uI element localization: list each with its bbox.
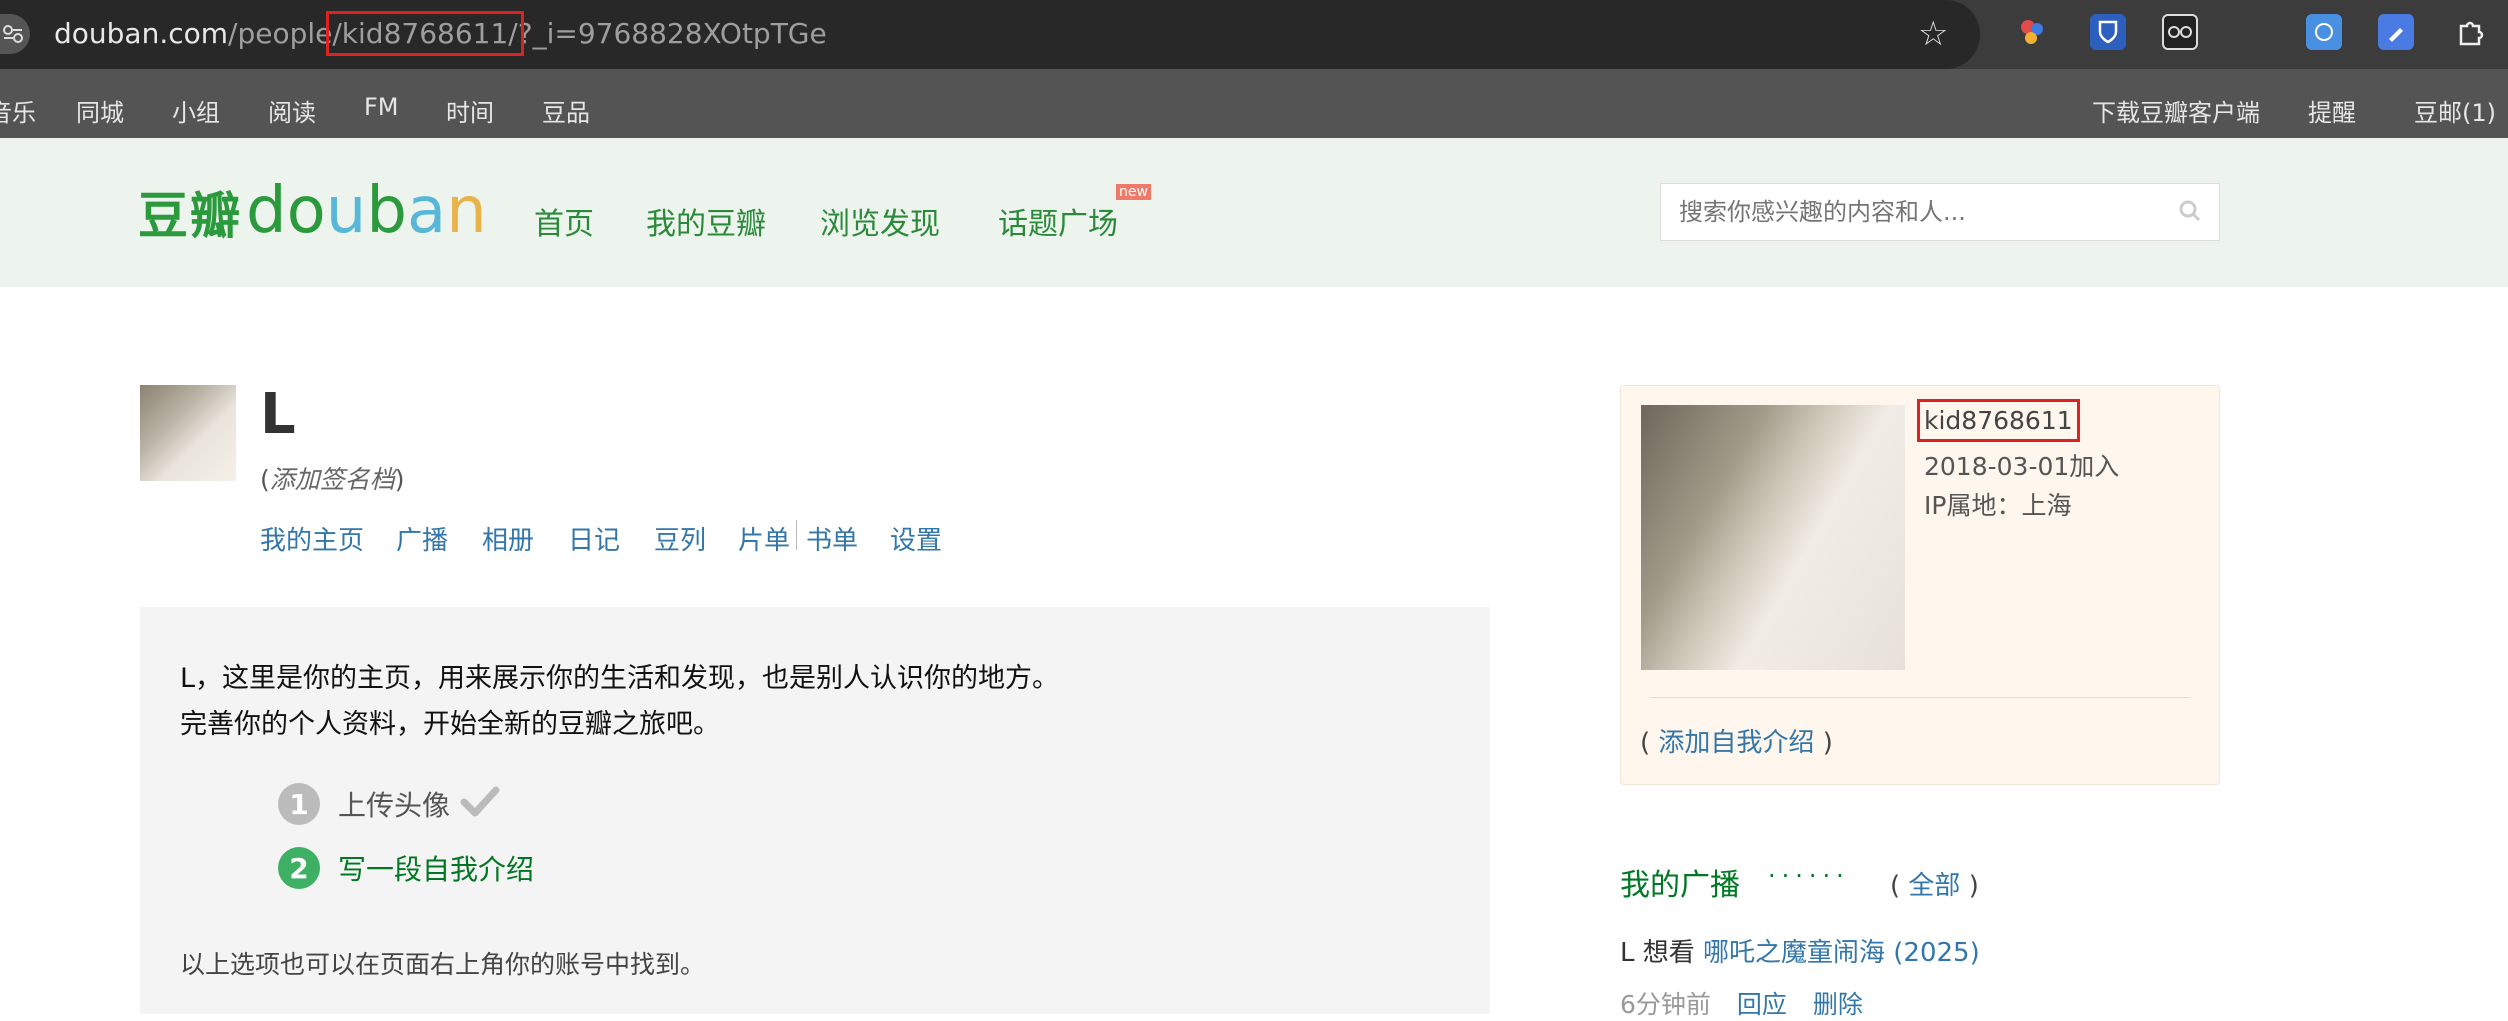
reply-link[interactable]: 回应 <box>1737 990 1787 1019</box>
user-name: L <box>260 382 296 447</box>
step-upload-avatar[interactable]: 1 上传头像 <box>278 782 500 826</box>
broadcast-all: ( 全部 ) <box>1890 871 1979 901</box>
url-text[interactable]: douban.com/people/kid8768611/?_i=9768828… <box>54 11 827 56</box>
download-app-link[interactable]: 下载豆瓣客户端 <box>2092 93 2260 128</box>
subnav-doulist[interactable]: 豆列 <box>654 520 706 557</box>
search-icon[interactable] <box>2177 198 2203 228</box>
douban-global-nav: 音乐 同城 小组 阅读 FM 时间 豆品 下载豆瓣客户端 提醒 豆邮(1) <box>0 69 2508 138</box>
subnav-broadcast[interactable]: 广播 <box>396 520 448 557</box>
topnav-item-market[interactable]: 豆品 <box>542 93 590 128</box>
logo-en[interactable]: douban <box>246 174 487 248</box>
topnav-item-music[interactable]: 音乐 <box>0 93 36 128</box>
ip-location: IP属地：上海 <box>1924 491 2072 520</box>
url-path: /people <box>228 17 333 50</box>
search-input[interactable] <box>1661 184 2141 240</box>
step-number-badge: 2 <box>278 847 320 889</box>
subnav-diary[interactable]: 日记 <box>568 520 620 557</box>
broadcast-meta: 6分钟前 回应 删除 <box>1620 985 1863 1021</box>
subnav-home[interactable]: 我的主页 <box>260 520 364 557</box>
step-label: 上传头像 <box>338 789 451 822</box>
welcome-footer-note: 以上选项也可以在页面右上角你的账号中找到。 <box>180 950 706 979</box>
doumail-link[interactable]: 豆邮(1) <box>2414 93 2496 128</box>
subnav-separator <box>796 520 797 550</box>
topnav-item-fm[interactable]: FM <box>364 93 399 121</box>
nav-my-douban[interactable]: 我的豆瓣 <box>646 199 766 243</box>
nav-explore[interactable]: 浏览发现 <box>820 199 940 243</box>
topnav-item-tongcheng[interactable]: 同城 <box>76 93 124 128</box>
topnav-item-time[interactable]: 时间 <box>446 93 494 128</box>
extension-colorful-icon[interactable] <box>2014 14 2050 50</box>
signature[interactable]: (添加签名档) <box>260 460 405 496</box>
card-divider <box>1650 697 2190 698</box>
movie-link[interactable]: 哪吒之魔童闹海 (2025) <box>1703 938 1980 968</box>
delete-link[interactable]: 删除 <box>1813 990 1863 1019</box>
add-self-intro-link[interactable]: 添加自我介绍 <box>1658 728 1814 758</box>
notifications-link[interactable]: 提醒 <box>2308 93 2356 128</box>
search-box <box>1660 183 2220 241</box>
nav-home[interactable]: 首页 <box>534 199 594 243</box>
browser-toolbar: douban.com/people/kid8768611/?_i=9768828… <box>0 0 2508 69</box>
step-write-intro[interactable]: 2 写一段自我介绍 <box>278 846 534 890</box>
welcome-line-2: 完善你的个人资料，开始全新的豆瓣之旅吧。 <box>180 709 720 740</box>
site-settings-icon[interactable] <box>0 14 30 54</box>
url-host: douban.com <box>54 17 229 50</box>
broadcast-dots: ······ <box>1768 862 1850 890</box>
extensions-puzzle-icon[interactable] <box>2452 14 2488 50</box>
url-user-id-highlight: /kid8768611/ <box>326 11 524 56</box>
topnav-item-group[interactable]: 小组 <box>172 93 220 128</box>
step-number-badge: 1 <box>278 783 320 825</box>
nav-topic-square[interactable]: 话题广场 <box>998 199 1118 243</box>
add-intro: ( 添加自我介绍 ) <box>1640 728 1833 758</box>
bitwarden-shield-icon[interactable] <box>2090 14 2126 50</box>
check-icon <box>460 786 500 822</box>
avatar[interactable] <box>140 385 236 481</box>
bookmark-star-icon[interactable]: ☆ <box>1918 14 1948 54</box>
avatar-large[interactable] <box>1641 405 1905 670</box>
broadcast-title: 我的广播 <box>1620 868 1740 903</box>
new-badge: new <box>1116 184 1151 200</box>
step-label[interactable]: 写一段自我介绍 <box>338 848 534 888</box>
broadcast-all-link[interactable]: 全部 <box>1908 871 1960 901</box>
user-id: kid8768611 <box>1917 399 2080 442</box>
subnav-album[interactable]: 相册 <box>482 520 534 557</box>
welcome-line-1: L，这里是你的主页，用来展示你的生活和发现，也是别人认识你的地方。 <box>180 663 1060 694</box>
subnav-settings[interactable]: 设置 <box>890 520 942 557</box>
subnav-book-list[interactable]: 书单 <box>806 520 858 557</box>
add-signature-link: 添加签名档 <box>269 465 395 494</box>
logo-cn[interactable]: 豆瓣 <box>138 176 242 248</box>
url-query: ?_i=9768828XOtpTGe <box>517 17 827 50</box>
address-bar[interactable]: douban.com/people/kid8768611/?_i=9768828… <box>0 0 1980 69</box>
broadcast-time: 6分钟前 <box>1620 990 1711 1019</box>
broadcast-item: L 想看 哪吒之魔童闹海 (2025) <box>1620 938 1980 968</box>
extension-pen-icon[interactable] <box>2378 14 2414 50</box>
subnav-movie-list[interactable]: 片单 <box>738 520 790 557</box>
topnav-item-read[interactable]: 阅读 <box>268 93 316 128</box>
join-date: 2018-03-01加入 <box>1924 452 2120 481</box>
extension-glasses-icon[interactable] <box>2162 14 2198 50</box>
extension-translate-icon[interactable] <box>2306 14 2342 50</box>
